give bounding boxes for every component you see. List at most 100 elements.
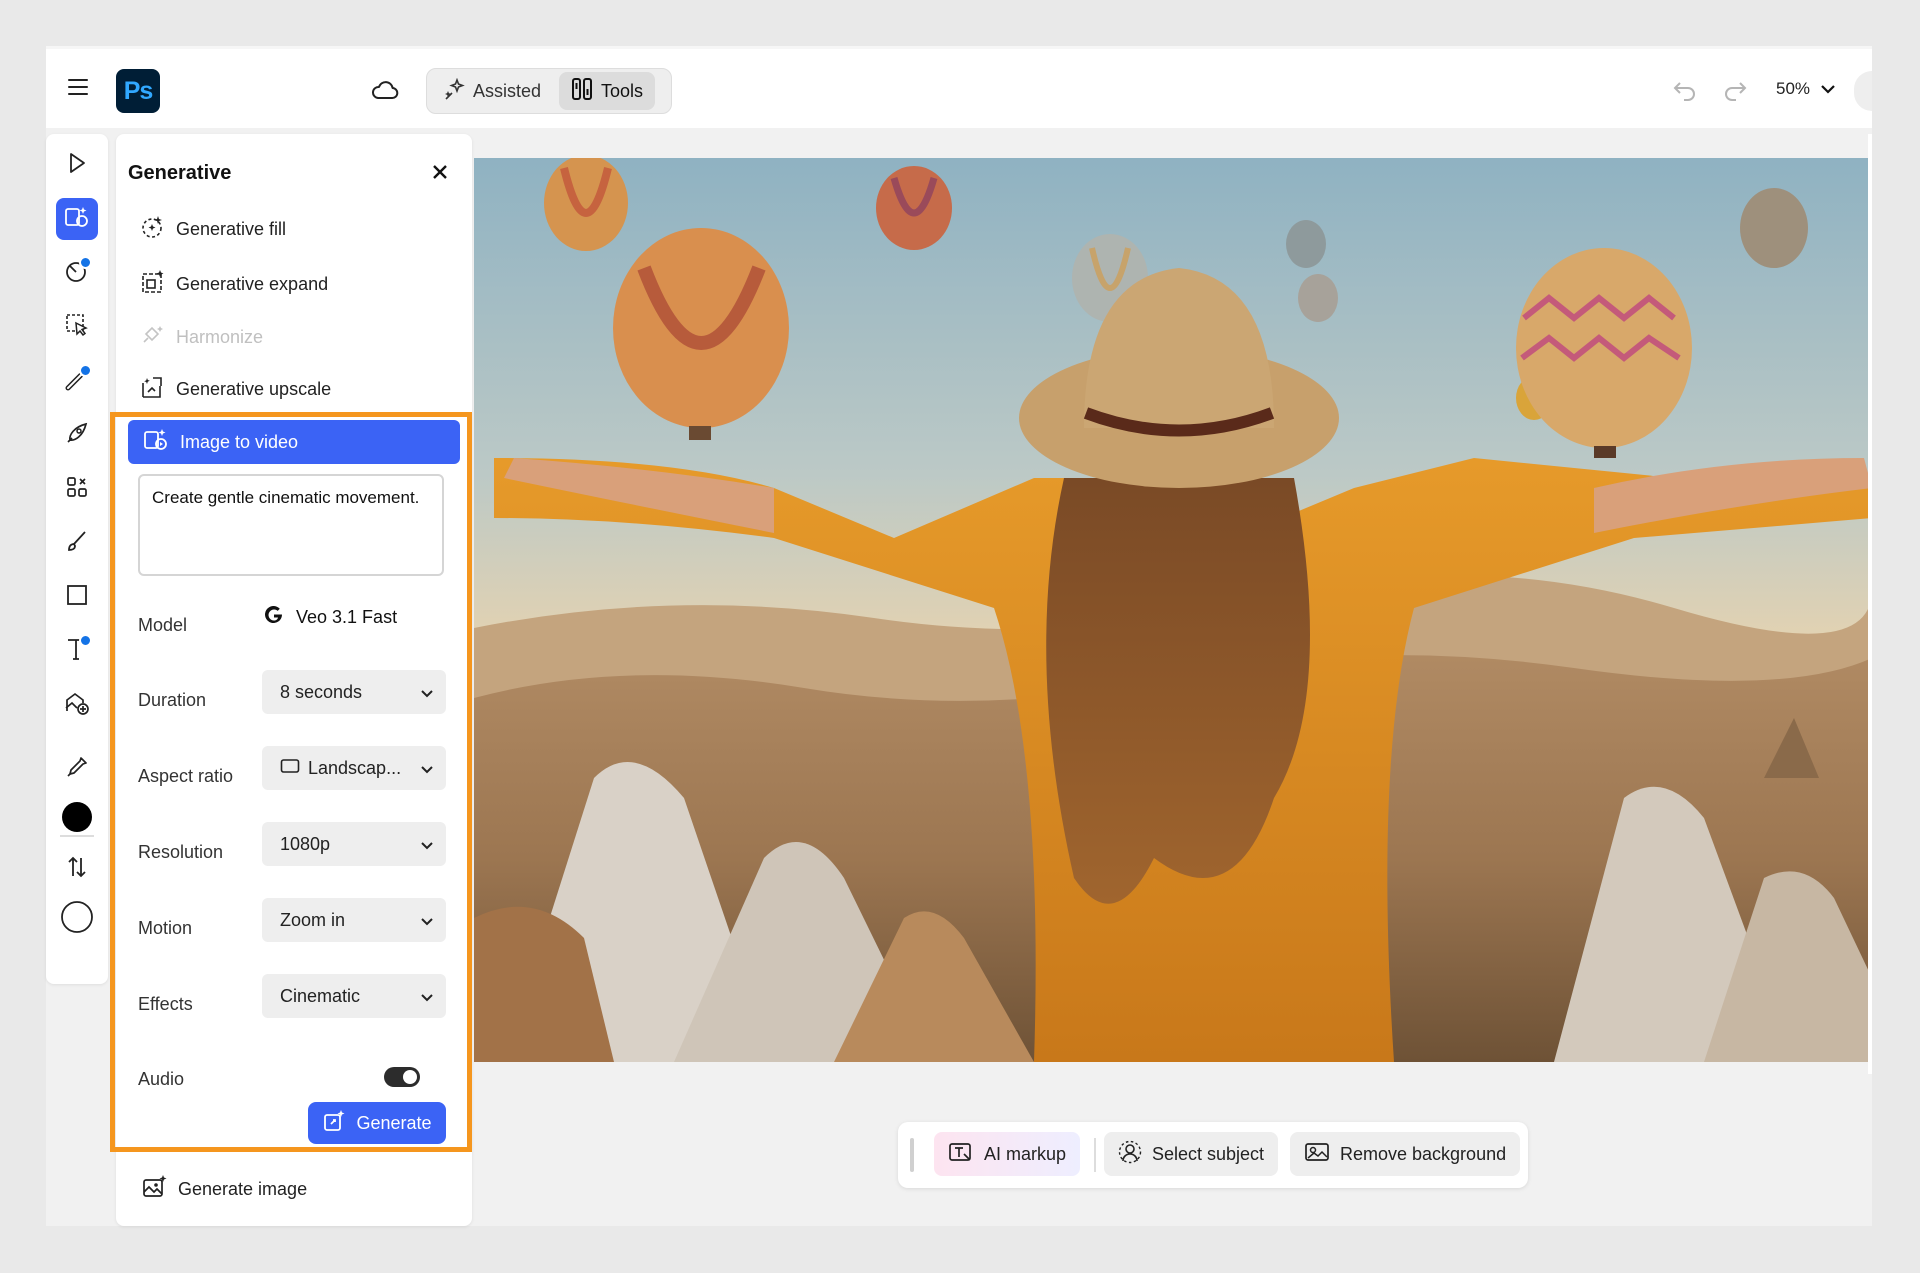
generative-upscale-item[interactable]: Generative upscale xyxy=(140,374,331,405)
drag-handle[interactable] xyxy=(910,1138,914,1172)
generate-image-label: Generate image xyxy=(178,1179,308,1199)
selection-tool[interactable] xyxy=(56,306,98,348)
panel-title: Generative xyxy=(128,162,232,184)
ai-markup-icon xyxy=(948,1141,974,1168)
generative-expand-item[interactable]: Generative expand xyxy=(140,269,328,300)
menu-item-label: Generative fill xyxy=(176,219,287,239)
motion-label: Motion xyxy=(138,918,193,938)
assisted-label: Assisted xyxy=(473,80,542,101)
generative-panel: Generative Generative fill Generative ex… xyxy=(110,134,472,1226)
generative-fill-item[interactable]: Generative fill xyxy=(140,214,286,245)
model-name: Veo 3.1 Fast xyxy=(296,607,398,627)
chevron-down-icon xyxy=(420,910,434,931)
selection-icon xyxy=(64,312,90,343)
zoom-level: 50% xyxy=(1776,79,1811,98)
menu-item-label: Generative upscale xyxy=(176,379,332,399)
brush-tool[interactable] xyxy=(56,522,98,564)
canvas-right-edge xyxy=(1868,134,1872,1074)
generate-icon xyxy=(322,1109,346,1138)
prompt-input[interactable]: Create gentle cinematic movement. xyxy=(138,474,444,576)
photoshop-logo: Ps xyxy=(116,69,160,113)
shape-icon xyxy=(65,583,89,612)
mode-switch: Assisted Tools xyxy=(426,68,672,114)
duration-label: Duration xyxy=(138,690,207,710)
select-icon xyxy=(65,151,89,180)
app-window: Ps Assisted Tools 50% Generative Generat… xyxy=(46,46,1872,1226)
eyedropper-icon xyxy=(64,754,90,785)
effects-dropdown[interactable]: Cinematic xyxy=(262,974,446,1018)
cloud-icon[interactable] xyxy=(371,79,399,106)
sparkle-icon xyxy=(443,77,465,105)
select-tool[interactable] xyxy=(56,144,98,186)
generative-tools-icon xyxy=(63,204,91,235)
generative-upscale-icon xyxy=(140,374,166,405)
assisted-mode-button[interactable]: Assisted xyxy=(431,72,553,110)
text-tool[interactable] xyxy=(56,630,98,672)
landscape-icon xyxy=(280,758,300,779)
image-to-video-icon xyxy=(142,427,170,458)
tools-label: Tools xyxy=(601,80,644,101)
context-bar-divider xyxy=(1094,1138,1096,1172)
harmonize-item: Harmonize xyxy=(140,322,263,353)
close-icon[interactable] xyxy=(432,164,448,185)
select-subject-label: Select subject xyxy=(1152,1143,1265,1164)
audio-toggle[interactable] xyxy=(384,1067,420,1087)
chevron-down-icon xyxy=(420,834,434,855)
menu-icon[interactable] xyxy=(68,79,88,95)
swap-colors-button[interactable] xyxy=(56,848,98,890)
grid-tool[interactable] xyxy=(56,468,98,510)
foreground-color-swatch[interactable] xyxy=(56,798,98,840)
generative-expand-icon xyxy=(140,269,166,300)
tools-mode-button[interactable]: Tools xyxy=(559,72,656,110)
image-generate-tool[interactable] xyxy=(56,684,98,726)
quick-actions-tool[interactable] xyxy=(56,414,98,456)
background-color-swatch[interactable] xyxy=(56,898,98,940)
effects-label: Effects xyxy=(138,994,193,1014)
account-button-edge[interactable] xyxy=(1854,71,1872,111)
tools-icon xyxy=(571,77,593,106)
aspect-ratio-label: Aspect ratio xyxy=(138,766,234,786)
generate-image-item[interactable]: Generate image xyxy=(140,1174,307,1205)
resolution-value: 1080p xyxy=(280,833,331,854)
audio-label: Audio xyxy=(138,1069,185,1089)
healing-tool[interactable] xyxy=(56,360,98,402)
generative-tool[interactable] xyxy=(56,198,98,240)
model-label: Model xyxy=(138,615,188,635)
google-icon xyxy=(264,605,284,630)
brush-icon xyxy=(65,529,89,558)
shape-tool[interactable] xyxy=(56,576,98,618)
remove-background-icon xyxy=(1304,1141,1330,1168)
ai-markup-label: AI markup xyxy=(984,1143,1067,1164)
image-generate-icon xyxy=(63,690,91,721)
zoom-dropdown[interactable]: 50% xyxy=(1776,79,1836,99)
remove-background-button[interactable]: Remove background xyxy=(1290,1132,1521,1176)
duration-dropdown[interactable]: 8 seconds xyxy=(262,670,446,714)
resolution-dropdown[interactable]: 1080p xyxy=(262,822,446,866)
harmonize-icon xyxy=(140,322,166,353)
top-bar: Ps Assisted Tools 50% xyxy=(46,46,1872,128)
swap-icon xyxy=(65,854,89,885)
select-subject-button[interactable]: Select subject xyxy=(1104,1132,1279,1176)
image-to-video-button[interactable]: Image to video xyxy=(128,420,460,464)
menu-item-label: Generative expand xyxy=(176,274,329,294)
adjust-tool[interactable] xyxy=(56,252,98,294)
generate-button[interactable]: Generate xyxy=(308,1102,446,1144)
remove-background-label: Remove background xyxy=(1340,1143,1507,1164)
undo-icon[interactable] xyxy=(1672,77,1698,106)
ai-markup-button[interactable]: AI markup xyxy=(934,1132,1081,1176)
prompt-text: Create gentle cinematic movement. xyxy=(152,488,420,507)
motion-dropdown[interactable]: Zoom in xyxy=(262,898,446,942)
eyedropper-tool[interactable] xyxy=(56,748,98,790)
chevron-down-icon xyxy=(420,986,434,1007)
generative-fill-icon xyxy=(140,214,166,245)
image-to-video-label: Image to video xyxy=(180,431,299,452)
canvas-image[interactable] xyxy=(474,158,1872,1062)
select-subject-icon xyxy=(1118,1140,1142,1169)
foreground-color-icon xyxy=(60,800,94,839)
redo-icon[interactable] xyxy=(1722,77,1748,106)
aspect-ratio-dropdown[interactable]: Landscap... xyxy=(262,746,446,790)
chevron-down-icon xyxy=(1820,79,1836,99)
background-color-icon xyxy=(60,900,94,939)
balloon-photo xyxy=(474,158,1872,1062)
model-value: Veo 3.1 Fast xyxy=(264,605,397,630)
